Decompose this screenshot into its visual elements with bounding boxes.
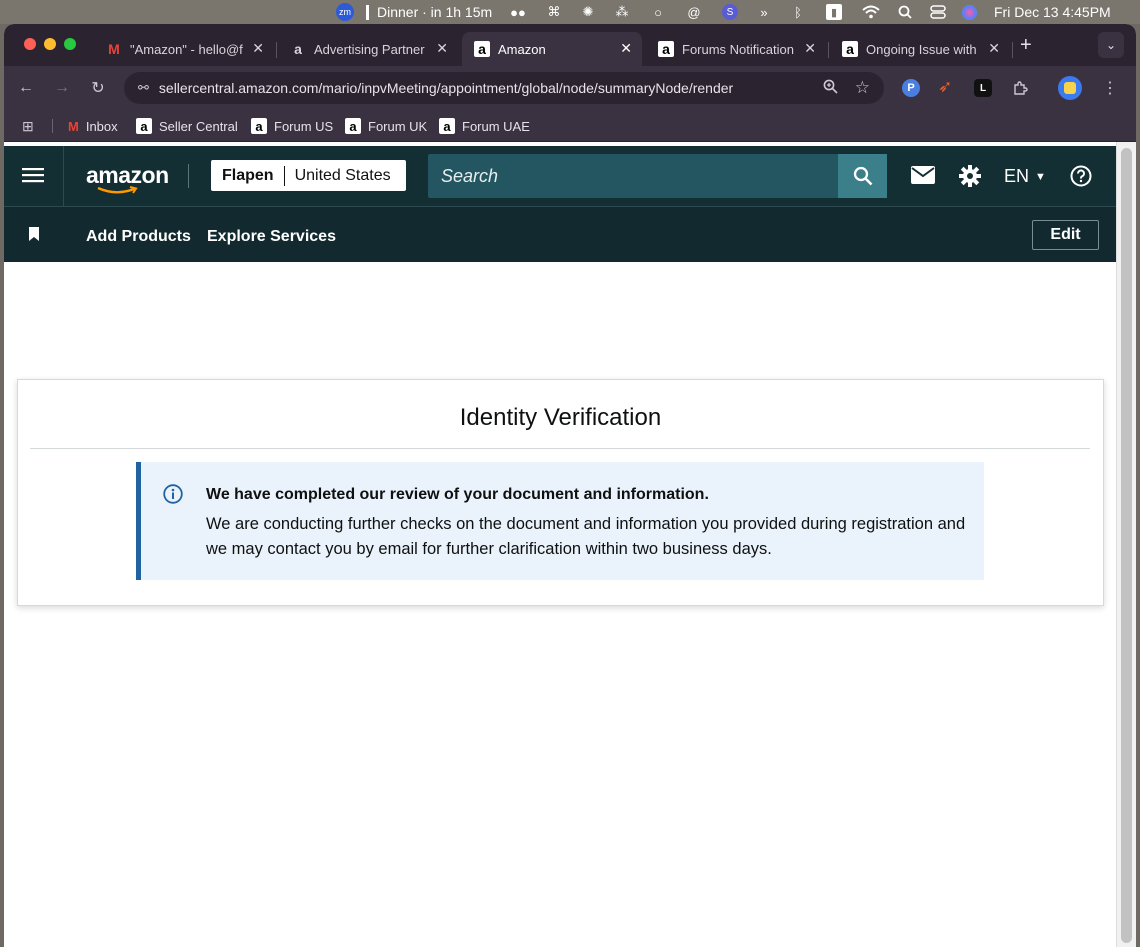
tab-gmail[interactable]: M "Amazon" - hello@f ✕ [94, 32, 274, 66]
close-icon[interactable]: ✕ [620, 40, 632, 57]
close-window-button[interactable] [24, 38, 36, 50]
control-center-icon[interactable] [930, 3, 946, 21]
extension-l-icon[interactable]: L [974, 79, 992, 97]
divider [30, 448, 1090, 449]
amazon-icon: a [345, 118, 361, 134]
extension-bird-icon[interactable]: ➶ [938, 77, 952, 97]
screenshot-icon[interactable]: ⌘ [546, 3, 562, 21]
tab-search-chevron-down-icon[interactable]: ⌄ [1098, 32, 1124, 58]
new-tab-plus-icon[interactable]: + [1020, 34, 1032, 57]
store-switcher[interactable]: Flapen United States [211, 160, 406, 191]
tab-forums-notification[interactable]: a Forums Notification ✕ [646, 32, 826, 66]
close-icon[interactable]: ✕ [436, 40, 448, 57]
browser-toolbar: ← → ↻ ⚯ sellercentral.amazon.com/mario/i… [4, 66, 1136, 110]
zoom-icon[interactable]: zm [336, 3, 354, 21]
bluetooth-icon[interactable]: ᛒ [790, 3, 806, 21]
macos-menubar: zm Dinner · in 1h 15m ●● ⌘ ✺ ⁂ ○ @ S » ᛒ… [0, 0, 1140, 24]
minimize-window-button[interactable] [44, 38, 56, 50]
gmail-icon: M [108, 41, 120, 57]
hamburger-menu-icon[interactable] [22, 166, 44, 184]
bookmark-forum-us[interactable]: a Forum US [251, 116, 333, 136]
amazon-icon: a [658, 41, 674, 57]
edit-button[interactable]: Edit [1032, 220, 1099, 250]
amazon-icon: a [842, 41, 858, 57]
siri-icon[interactable] [962, 3, 977, 21]
amazon-logo[interactable]: amazon [86, 162, 169, 189]
search-icon [853, 166, 872, 186]
amazon-icon: a [136, 118, 152, 134]
bookmark-forum-uae[interactable]: a Forum UAE [439, 116, 530, 136]
browser-window: M "Amazon" - hello@f ✕ a Advertising Par… [4, 24, 1136, 947]
amazon-icon: a [294, 41, 302, 57]
add-products-link[interactable]: Add Products [86, 228, 191, 246]
amazon-icon: a [251, 118, 267, 134]
settings-gear-icon[interactable] [958, 164, 982, 188]
url-text[interactable]: sellercentral.amazon.com/mario/inpvMeeti… [159, 80, 733, 96]
caret-down-icon: ▼ [1035, 170, 1046, 183]
extension-p-icon[interactable]: P [902, 79, 920, 97]
bookmarks-bar: ⊞ M Inbox a Seller Central a Forum US a … [4, 110, 1136, 142]
bookmark-seller-central[interactable]: a Seller Central [136, 116, 238, 136]
gear-flower-icon[interactable]: ✺ [580, 3, 596, 21]
gmail-icon: M [68, 118, 79, 134]
bookmark-star-icon[interactable]: ☆ [855, 78, 870, 98]
close-icon[interactable]: ✕ [988, 40, 1000, 57]
at-icon[interactable]: @ [686, 3, 702, 21]
language-selector[interactable]: EN ▼ [1004, 166, 1046, 187]
extensions-puzzle-icon[interactable] [1010, 78, 1030, 98]
dots-icon[interactable]: ●● [510, 3, 526, 21]
tab-ongoing-issue[interactable]: a Ongoing Issue with ✕ [830, 32, 1010, 66]
help-icon[interactable] [1070, 165, 1092, 187]
spotlight-search-icon[interactable] [898, 3, 912, 21]
zoom-magnifier-icon[interactable] [823, 79, 838, 97]
search-input[interactable]: Search [428, 154, 838, 198]
amazon-icon: a [474, 41, 490, 57]
bookmark-inbox[interactable]: M Inbox [68, 116, 118, 136]
tab-advertising-partner[interactable]: a Advertising Partner ✕ [278, 32, 458, 66]
event-bar-icon [366, 4, 369, 20]
info-alert: We have completed our review of your doc… [136, 462, 984, 580]
back-arrow-icon[interactable]: ← [16, 78, 36, 98]
close-icon[interactable]: ✕ [804, 40, 816, 57]
page-scrollbar[interactable] [1116, 142, 1136, 947]
search-button[interactable] [838, 154, 887, 198]
page-viewport: amazon Flapen United States Search EN ▼ … [4, 142, 1136, 947]
contact-card-icon[interactable]: ▮ [826, 3, 842, 21]
seller-central-header: amazon Flapen United States Search EN ▼ [4, 146, 1116, 206]
browser-menu-kebab-icon[interactable]: ⋮ [1100, 78, 1120, 98]
tab-amazon-active[interactable]: a Amazon ✕ [462, 32, 642, 66]
scrollbar-thumb[interactable] [1121, 148, 1132, 943]
zoom-window-button[interactable] [64, 38, 76, 50]
amazon-smile-icon [97, 186, 138, 194]
apps-grid-icon[interactable]: ⊞ [22, 116, 34, 136]
seller-central-subnav: Add Products Explore Services Edit [4, 206, 1116, 262]
reload-icon[interactable]: ↻ [88, 78, 108, 98]
forward-arrow-icon[interactable]: → [52, 78, 72, 98]
profile-avatar[interactable] [1058, 76, 1082, 100]
alert-body: We are conducting further checks on the … [206, 515, 966, 558]
bookmark-forum-uk[interactable]: a Forum UK [345, 116, 427, 136]
calendar-event[interactable]: Dinner · in 1h 15m [366, 3, 492, 21]
info-icon [163, 484, 183, 504]
amazon-icon: a [439, 118, 455, 134]
explore-services-link[interactable]: Explore Services [207, 228, 336, 246]
site-settings-icon[interactable]: ⚯ [138, 80, 149, 96]
address-bar[interactable]: ⚯ sellercentral.amazon.com/mario/inpvMee… [124, 72, 884, 104]
alert-heading: We have completed our review of your doc… [206, 486, 709, 503]
bookmark-icon[interactable] [28, 227, 40, 241]
menubar-clock[interactable]: Fri Dec 13 4:45PM [994, 3, 1111, 21]
identity-verification-card: Identity Verification We have completed … [17, 379, 1104, 606]
shield-badge-icon[interactable]: S [722, 3, 738, 21]
dots-grid-icon[interactable]: ⁂ [614, 3, 630, 21]
forward-icon[interactable]: » [756, 3, 772, 21]
page-title: Identity Verification [459, 404, 662, 431]
wifi-icon[interactable] [862, 3, 880, 21]
mail-icon[interactable] [911, 166, 935, 184]
tab-strip: M "Amazon" - hello@f ✕ a Advertising Par… [4, 24, 1136, 66]
circle-icon[interactable]: ○ [650, 3, 666, 21]
close-icon[interactable]: ✕ [252, 40, 264, 57]
